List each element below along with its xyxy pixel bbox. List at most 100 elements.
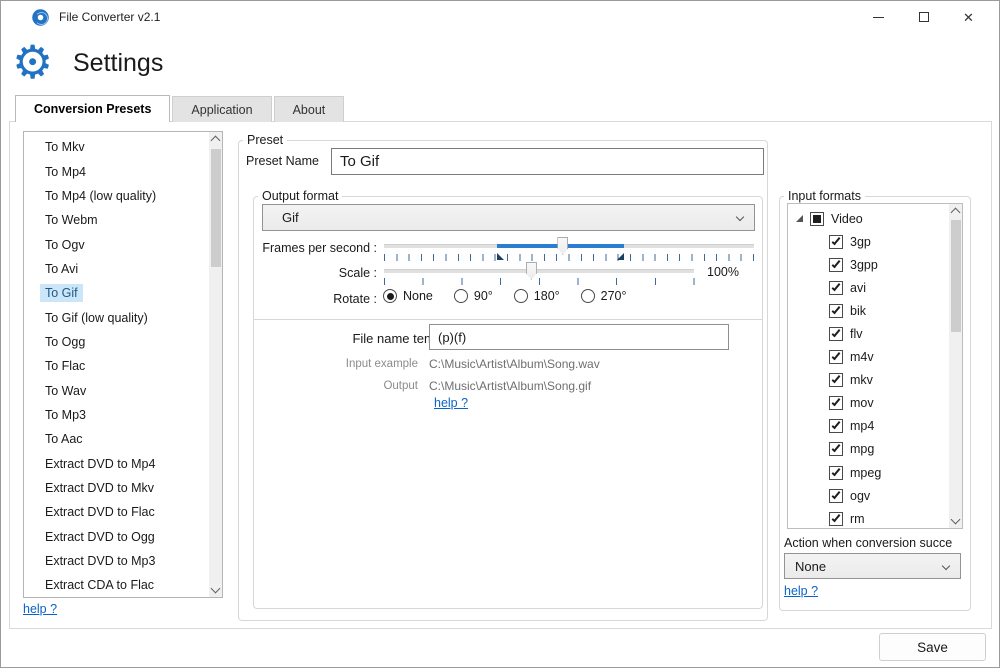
preset-listbox: To MkvTo Mp4To Mp4 (low quality)To WebmT…	[23, 131, 223, 598]
app-window: File Converter v2.1 ✕ ⚙ Settings Convers…	[0, 0, 1000, 668]
format-checkbox[interactable]	[829, 281, 843, 295]
preset-list-item[interactable]: To Ogv	[24, 232, 209, 256]
format-checkbox[interactable]	[829, 350, 843, 364]
preset-list-item[interactable]: To Mp4 (low quality)	[24, 184, 209, 208]
fps-slider-thumb[interactable]	[557, 237, 568, 255]
format-checkbox[interactable]	[829, 512, 843, 526]
format-tree-item[interactable]: 3gpp	[788, 253, 948, 276]
maximize-button[interactable]	[901, 1, 946, 33]
preset-list-item[interactable]: To Flac	[24, 354, 209, 378]
format-label: mkv	[850, 373, 873, 387]
preset-list-item[interactable]: Extract DVD to Mkv	[24, 476, 209, 500]
preset-list-item[interactable]: To Wav	[24, 378, 209, 402]
format-checkbox[interactable]	[829, 258, 843, 272]
preset-list-item[interactable]: Extract DVD to Flac	[24, 500, 209, 524]
preset-list-item-label: To Mp4	[40, 163, 91, 181]
preset-list-item[interactable]: Extract DVD to Mp4	[24, 451, 209, 475]
checkmark-icon	[832, 305, 841, 314]
preset-list: To MkvTo Mp4To Mp4 (low quality)To WebmT…	[24, 135, 209, 598]
format-tree-item[interactable]: mp4	[788, 415, 948, 438]
presets-help-link[interactable]: help ?	[23, 602, 57, 616]
format-tree-item[interactable]: rm	[788, 507, 948, 529]
preset-group-label: Preset	[243, 133, 287, 147]
rotate-radio-group: None 90° 180° 270°	[383, 289, 627, 303]
format-label: ogv	[850, 489, 870, 503]
format-checkbox[interactable]	[829, 304, 843, 318]
format-checkbox[interactable]	[829, 442, 843, 456]
format-checkbox[interactable]	[829, 396, 843, 410]
preset-list-item-label: Extract CDA to Flac	[40, 576, 159, 594]
preset-list-item-label: To Mkv	[40, 138, 90, 156]
format-checkbox[interactable]	[829, 466, 843, 480]
indeterminate-icon	[813, 215, 821, 223]
save-button[interactable]: Save	[879, 633, 986, 661]
format-tree-item[interactable]: mov	[788, 392, 948, 415]
selection-end-marker-icon	[617, 253, 624, 260]
format-tree-item[interactable]: mpg	[788, 438, 948, 461]
minimize-icon	[873, 17, 884, 18]
action-label: Action when conversion succe	[784, 536, 970, 550]
preset-list-item[interactable]: To Mp3	[24, 403, 209, 427]
rotate-option-180[interactable]: 180°	[514, 289, 560, 303]
format-tree-item[interactable]: mpeg	[788, 461, 948, 484]
format-tree-item[interactable]: ogv	[788, 484, 948, 507]
scrollbar-thumb[interactable]	[951, 220, 961, 332]
tree-expander-icon[interactable]	[796, 215, 803, 222]
format-tree-item[interactable]: bik	[788, 299, 948, 322]
format-tree-root[interactable]: Video	[788, 207, 948, 230]
formats-help-link[interactable]: help ?	[784, 584, 818, 598]
rotate-option-270[interactable]: 270°	[581, 289, 627, 303]
tab-conversion-presets[interactable]: Conversion Presets	[15, 95, 170, 122]
preset-list-item-label: To Mp3	[40, 406, 91, 424]
format-label: mpeg	[850, 466, 881, 480]
format-tree: Video 3gp3gppavibikflvm4v mkv mov mp4 mpg mpe…	[787, 203, 963, 529]
app-logo-icon	[32, 9, 49, 26]
output-example-label: Output	[313, 380, 418, 392]
video-checkbox[interactable]	[810, 212, 824, 226]
preset-list-item-label: Extract DVD to Ogg	[40, 528, 160, 546]
format-checkbox[interactable]	[829, 327, 843, 341]
format-tree-item[interactable]: mkv	[788, 369, 948, 392]
tab-about[interactable]: About	[274, 96, 345, 122]
output-format-select[interactable]: Gif	[262, 204, 755, 231]
format-checkbox[interactable]	[829, 373, 843, 387]
scroll-down-icon	[211, 584, 221, 594]
format-checkbox[interactable]	[829, 489, 843, 503]
close-button[interactable]: ✕	[946, 1, 991, 33]
tab-application[interactable]: Application	[172, 96, 271, 122]
slider-track[interactable]	[384, 269, 694, 273]
format-label: mov	[850, 396, 874, 410]
scrollbar-thumb[interactable]	[211, 149, 221, 267]
format-tree-item[interactable]: m4v	[788, 346, 948, 369]
preset-list-item[interactable]: To Aac	[24, 427, 209, 451]
preset-list-item[interactable]: To Mp4	[24, 159, 209, 183]
preset-name-input[interactable]: To Gif	[331, 148, 764, 175]
preset-list-item[interactable]: To Ogg	[24, 330, 209, 354]
format-tree-item[interactable]: 3gp	[788, 230, 948, 253]
preset-list-item-label: Extract DVD to Flac	[40, 503, 160, 521]
preset-list-item[interactable]: Extract CDA to Flac	[24, 573, 209, 597]
format-tree-item[interactable]: flv	[788, 322, 948, 345]
format-tree-scrollbar[interactable]	[949, 204, 962, 528]
template-help-link[interactable]: help ?	[434, 396, 468, 410]
preset-list-scrollbar[interactable]	[209, 132, 222, 597]
file-template-input[interactable]: (p)(f)	[429, 324, 729, 350]
preset-list-item[interactable]: To Webm	[24, 208, 209, 232]
output-format-value: Gif	[282, 210, 299, 225]
preset-list-item[interactable]: To Gif	[24, 281, 209, 305]
preset-list-item[interactable]: Extract DVD to Ogg	[24, 525, 209, 549]
minimize-button[interactable]	[856, 1, 901, 33]
rotate-option-none[interactable]: None	[383, 289, 433, 303]
preset-list-item[interactable]: To Gif (low quality)	[24, 305, 209, 329]
format-tree-item[interactable]: avi	[788, 276, 948, 299]
checkmark-icon	[832, 374, 841, 383]
scale-slider-ticks	[384, 278, 695, 285]
rotate-option-90[interactable]: 90°	[454, 289, 493, 303]
preset-list-item[interactable]: To Mkv	[24, 135, 209, 159]
format-checkbox[interactable]	[829, 235, 843, 249]
format-checkbox[interactable]	[829, 419, 843, 433]
preset-list-item[interactable]: To Avi	[24, 257, 209, 281]
preset-list-item[interactable]: Extract DVD to Mp3	[24, 549, 209, 573]
format-label: mp4	[850, 419, 874, 433]
action-select[interactable]: None	[784, 553, 961, 579]
